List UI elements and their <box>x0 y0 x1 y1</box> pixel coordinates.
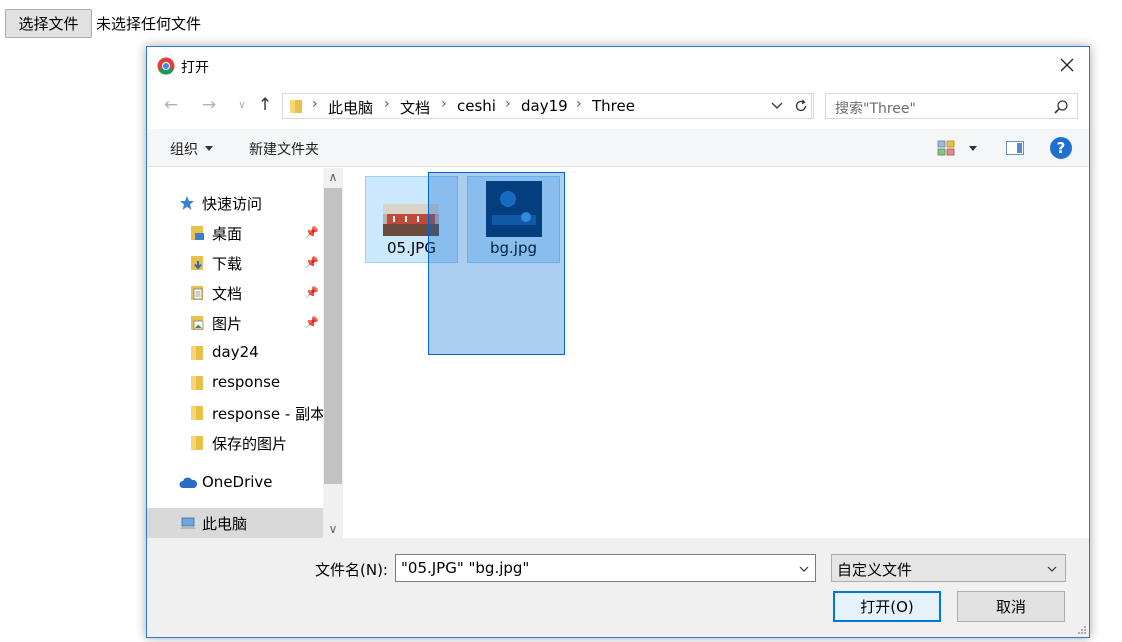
arrow-right-icon: → <box>201 95 217 115</box>
cloud-icon <box>179 477 198 488</box>
pin-icon[interactable]: 📌 <box>305 286 319 299</box>
caret-down-icon <box>205 146 213 151</box>
open-button[interactable]: 打开(O) <box>833 591 941 622</box>
nav-label: 文档 <box>212 285 243 303</box>
nav-item-pictures[interactable]: 图片 📌 <box>147 308 323 338</box>
nav-item-response-copy[interactable]: response - 副本 <box>147 398 323 428</box>
chevron-down-icon[interactable]: ∨ <box>323 520 343 538</box>
nav-label: 图片 <box>212 315 243 333</box>
close-icon <box>1060 58 1074 72</box>
breadcrumb-documents[interactable]: 文档 <box>400 97 430 118</box>
scroll-thumb[interactable] <box>324 188 342 484</box>
chevron-down-icon <box>1047 566 1057 572</box>
pin-icon[interactable]: 📌 <box>305 256 319 269</box>
filetype-select[interactable]: 自定义文件 <box>831 554 1066 582</box>
filename-value: "05.JPG" "bg.jpg" <box>401 559 530 577</box>
search-input[interactable]: 搜索"Three" <box>825 93 1078 119</box>
folder-icon <box>191 376 203 390</box>
chevron-down-icon: ∨ <box>237 98 247 111</box>
chevron-right-icon: › <box>505 96 511 112</box>
nav-item-response[interactable]: response <box>147 368 323 398</box>
organize-button[interactable]: 组织 <box>170 139 198 159</box>
pin-icon[interactable]: 📌 <box>305 226 319 239</box>
documents-folder-icon <box>191 286 203 300</box>
desktop-folder-icon <box>191 226 204 240</box>
chevron-right-icon: › <box>576 96 582 112</box>
nav-item-downloads[interactable]: 下载 📌 <box>147 248 323 278</box>
up-button[interactable]: ↑ <box>254 94 276 116</box>
chevron-down-icon[interactable] <box>770 99 784 113</box>
downloads-folder-icon <box>191 256 203 270</box>
resize-grip-icon[interactable] <box>1077 625 1087 635</box>
chevron-down-icon[interactable] <box>799 564 809 574</box>
breadcrumb-ceshi[interactable]: ceshi <box>457 97 496 115</box>
nav-label: 保存的图片 <box>212 435 288 453</box>
choose-file-button[interactable]: 选择文件 <box>5 9 92 38</box>
caret-down-icon[interactable] <box>969 146 977 151</box>
cancel-button[interactable]: 取消 <box>957 591 1065 622</box>
filename-label: 文件名(N): <box>315 561 388 579</box>
open-file-dialog: 打开 ← → ∨ ↑ › 此电脑 › 文档 › ceshi › day19 › … <box>146 46 1090 638</box>
nav-label: 桌面 <box>212 225 243 243</box>
filename-input[interactable]: "05.JPG" "bg.jpg" <box>395 554 816 582</box>
recent-locations-button[interactable]: ∨ <box>231 94 253 116</box>
refresh-icon <box>795 99 806 112</box>
breadcrumb-three[interactable]: Three <box>592 97 635 115</box>
view-options-icon[interactable] <box>937 140 955 156</box>
nav-label: response - 副本 <box>212 405 323 423</box>
help-icon[interactable]: ? <box>1050 137 1072 159</box>
dialog-titlebar: 打开 <box>147 47 1089 85</box>
nav-label: 下载 <box>212 255 243 273</box>
back-button[interactable]: ← <box>160 94 182 116</box>
star-icon <box>180 196 194 210</box>
nav-quick-access[interactable]: 快速访问 <box>147 188 323 218</box>
chevron-right-icon: › <box>384 96 390 112</box>
selection-marquee <box>428 172 565 355</box>
preview-pane-icon[interactable] <box>1006 141 1024 155</box>
search-icon <box>1054 100 1068 114</box>
close-button[interactable] <box>1045 47 1089 83</box>
breadcrumb-this-pc[interactable]: 此电脑 <box>328 97 373 118</box>
nav-item-onedrive[interactable]: OneDrive <box>147 468 323 498</box>
folder-icon <box>191 436 203 450</box>
navigation-pane: 快速访问 桌面 📌 下载 📌 文档 📌 图片 📌 day24 response … <box>147 168 343 538</box>
folder-icon <box>290 100 302 113</box>
computer-icon <box>180 517 196 529</box>
folder-icon <box>191 346 203 360</box>
file-list[interactable]: 05.JPG bg.jpg <box>343 168 1089 538</box>
chevron-right-icon: › <box>441 96 447 112</box>
pin-icon[interactable]: 📌 <box>305 316 319 329</box>
nav-item-documents[interactable]: 文档 📌 <box>147 278 323 308</box>
address-bar[interactable]: › 此电脑 › 文档 › ceshi › day19 › Three <box>282 93 812 119</box>
new-folder-button[interactable]: 新建文件夹 <box>249 139 319 159</box>
nav-item-desktop[interactable]: 桌面 📌 <box>147 218 323 248</box>
chevron-up-icon[interactable]: ∧ <box>323 168 343 186</box>
nav-item-saved-pictures[interactable]: 保存的图片 <box>147 428 323 458</box>
pictures-folder-icon <box>191 316 204 330</box>
nav-item-this-pc[interactable]: 此电脑 <box>147 508 323 538</box>
forward-button[interactable]: → <box>198 94 220 116</box>
nav-label: 快速访问 <box>202 195 263 213</box>
arrow-left-icon: ← <box>163 95 179 115</box>
filetype-value: 自定义文件 <box>837 561 913 579</box>
breadcrumb-day19[interactable]: day19 <box>521 97 568 115</box>
command-toolbar: 组织 新建文件夹 ? <box>147 129 1089 167</box>
nav-label: OneDrive <box>202 473 273 491</box>
nav-label: response <box>212 373 281 391</box>
refresh-button[interactable] <box>788 93 814 119</box>
nav-label: day24 <box>212 343 259 361</box>
nav-label: 此电脑 <box>202 515 248 533</box>
search-placeholder: 搜索"Three" <box>835 101 916 117</box>
dialog-footer: 文件名(N): "05.JPG" "bg.jpg" 自定义文件 打开(O) 取消 <box>147 538 1089 637</box>
nav-item-day24[interactable]: day24 <box>147 338 323 368</box>
nav-scrollbar[interactable]: ∧ ∨ <box>323 168 343 538</box>
arrow-up-icon: ↑ <box>257 95 273 115</box>
chrome-icon <box>157 57 175 75</box>
dialog-title: 打开 <box>181 60 209 76</box>
file-status-text: 未选择任何文件 <box>96 15 202 33</box>
chevron-right-icon: › <box>312 96 318 112</box>
folder-icon <box>191 406 203 420</box>
